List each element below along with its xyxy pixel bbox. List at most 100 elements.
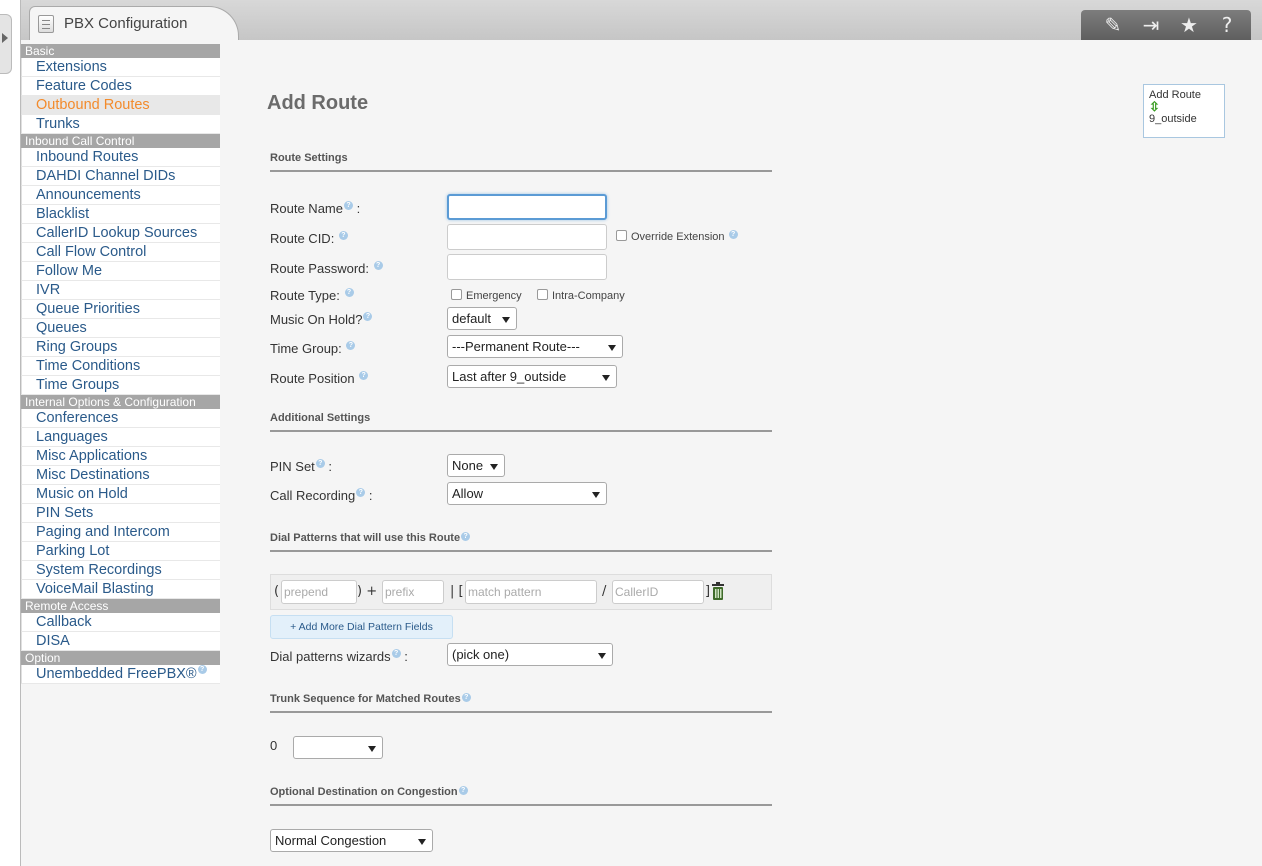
sidebar-item-blacklist[interactable]: Blacklist <box>21 205 220 224</box>
emergency-checkbox[interactable]: Emergency <box>451 289 522 302</box>
help-icon[interactable]: ? <box>1215 13 1239 37</box>
sidebar-item-feature-codes[interactable]: Feature Codes <box>21 77 220 96</box>
window-toolbar: ✎ ⇥ ★ ? <box>1081 10 1251 40</box>
sidebar-item-label: Misc Destinations <box>36 467 150 483</box>
sidebar-item-queue-priorities[interactable]: Queue Priorities <box>21 300 220 319</box>
checkbox[interactable] <box>451 289 462 300</box>
route-position-select[interactable]: Last after 9_outside <box>447 365 617 388</box>
help-icon[interactable]: ? <box>363 312 373 321</box>
route-password-label: Route Password: ? <box>270 261 383 276</box>
sidebar-item-label: Languages <box>36 429 108 445</box>
dial-wizards-label: Dial patterns wizards? : <box>270 649 408 664</box>
sidebar-item-misc-applications[interactable]: Misc Applications <box>21 447 220 466</box>
help-icon[interactable]: ? <box>373 261 383 270</box>
sidebar-item-time-groups[interactable]: Time Groups <box>21 376 220 395</box>
sidebar-item-extensions[interactable]: Extensions <box>21 58 220 77</box>
help-icon[interactable]: ? <box>728 230 738 239</box>
edit-icon[interactable]: ✎ <box>1101 13 1125 37</box>
checkbox[interactable] <box>537 289 548 300</box>
sidebar-item-paging-and-intercom[interactable]: Paging and Intercom <box>21 523 220 542</box>
sidebar-section-header: Basic <box>21 44 220 58</box>
trunk-select[interactable] <box>293 736 383 759</box>
prefix-input[interactable]: prefix <box>382 580 444 604</box>
route-item[interactable]: 9_outside <box>1149 113 1219 125</box>
checkbox[interactable] <box>616 230 627 241</box>
sidebar-item-follow-me[interactable]: Follow Me <box>21 262 220 281</box>
app-tab[interactable]: PBX Configuration <box>29 6 239 40</box>
trunk-index: 0 <box>270 738 278 753</box>
sidebar-item-voicemail-blasting[interactable]: VoiceMail Blasting <box>21 580 220 599</box>
sidebar-item-label: Queue Priorities <box>36 301 140 317</box>
sidebar-item-call-flow-control[interactable]: Call Flow Control <box>21 243 220 262</box>
section-dial-patterns: Dial Patterns that will use this Route? <box>270 532 772 552</box>
sidebar-item-conferences[interactable]: Conferences <box>21 409 220 428</box>
sidebar-item-queues[interactable]: Queues <box>21 319 220 338</box>
sidebar-item-pin-sets[interactable]: PIN Sets <box>21 504 220 523</box>
sidebar: Basic Extensions Feature Codes Outbound Rou… <box>21 44 220 684</box>
title-bar: PBX Configuration ✎ ⇥ ★ ? <box>21 0 1262 40</box>
time-group-select[interactable]: ---Permanent Route--- <box>447 335 623 358</box>
music-on-hold-select[interactable]: default <box>447 307 517 330</box>
sidebar-item-label: CallerID Lookup Sources <box>36 225 198 241</box>
sidebar-item-outbound-routes[interactable]: Outbound Routes <box>21 96 220 115</box>
sidebar-toggle[interactable] <box>0 14 12 74</box>
help-icon[interactable]: ? <box>391 649 401 658</box>
sidebar-item-callback[interactable]: Callback <box>21 613 220 632</box>
sidebar-item-ring-groups[interactable]: Ring Groups <box>21 338 220 357</box>
help-icon[interactable]: ? <box>197 665 207 674</box>
sidebar-item-label: Unembedded FreePBX® <box>36 666 197 682</box>
sidebar-item-languages[interactable]: Languages <box>21 428 220 447</box>
intra-company-checkbox[interactable]: Intra-Company <box>537 289 625 302</box>
override-extension-checkbox[interactable]: Override Extension ? <box>616 230 738 243</box>
trash-icon[interactable] <box>711 582 725 600</box>
sidebar-item-label: Time Groups <box>36 377 120 393</box>
help-icon[interactable]: ? <box>343 201 353 210</box>
help-icon[interactable]: ? <box>346 341 356 350</box>
call-recording-select[interactable]: Allow <box>447 482 607 505</box>
sidebar-item-disa[interactable]: DISA <box>21 632 220 651</box>
route-cid-input[interactable] <box>447 224 607 250</box>
sidebar-item-misc-destinations[interactable]: Misc Destinations <box>21 466 220 485</box>
sidebar-item-time-conditions[interactable]: Time Conditions <box>21 357 220 376</box>
sidebar-item-dahdi-channel-dids[interactable]: DAHDI Channel DIDs <box>21 167 220 186</box>
sidebar-item-announcements[interactable]: Announcements <box>21 186 220 205</box>
help-icon[interactable]: ? <box>356 488 366 497</box>
help-icon[interactable]: ? <box>315 459 325 468</box>
sidebar-item-unembedded-freepbx[interactable]: Unembedded FreePBX®? <box>21 665 220 684</box>
sidebar-item-system-recordings[interactable]: System Recordings <box>21 561 220 580</box>
help-icon[interactable]: ? <box>461 693 471 702</box>
sidebar-section-header: Internal Options & Configuration <box>21 395 220 409</box>
star-icon[interactable]: ★ <box>1177 13 1201 37</box>
pin-set-select[interactable]: None <box>447 454 505 477</box>
sidebar-item-label: Outbound Routes <box>36 97 150 113</box>
moh-label: Music On Hold?? <box>270 312 373 327</box>
sidebar-item-callerid-lookup-sources[interactable]: CallerID Lookup Sources <box>21 224 220 243</box>
callerid-input[interactable]: CallerID <box>612 580 704 604</box>
route-name-input[interactable] <box>447 194 607 220</box>
pipe-bracket: | [ <box>450 584 464 599</box>
sidebar-item-label: Music on Hold <box>36 486 128 502</box>
help-icon[interactable]: ? <box>359 371 369 380</box>
chevron-right-icon <box>2 33 8 43</box>
drag-arrows-icon[interactable]: ⇳ <box>1149 100 1219 113</box>
route-position-label: Route Position ? <box>270 371 369 386</box>
sidebar-item-music-on-hold[interactable]: Music on Hold <box>21 485 220 504</box>
help-icon[interactable]: ? <box>458 786 468 795</box>
match-pattern-input[interactable]: match pattern <box>465 580 597 604</box>
help-icon[interactable]: ? <box>461 532 471 541</box>
route-password-input[interactable] <box>447 254 607 280</box>
sidebar-item-inbound-routes[interactable]: Inbound Routes <box>21 148 220 167</box>
slash: / <box>602 584 607 599</box>
phone-list-icon <box>38 15 54 33</box>
dial-wizards-select[interactable]: (pick one) <box>447 643 613 666</box>
sidebar-item-trunks[interactable]: Trunks <box>21 115 220 134</box>
congestion-select[interactable]: Normal Congestion <box>270 829 433 852</box>
add-dial-pattern-button[interactable]: + Add More Dial Pattern Fields <box>270 615 453 639</box>
prepend-input[interactable]: prepend <box>281 580 357 604</box>
help-icon[interactable]: ? <box>344 288 354 297</box>
sidebar-item-ivr[interactable]: IVR <box>21 281 220 300</box>
sidebar-item-parking-lot[interactable]: Parking Lot <box>21 542 220 561</box>
help-icon[interactable]: ? <box>338 231 348 240</box>
call-recording-label: Call Recording? : <box>270 488 373 503</box>
exit-icon[interactable]: ⇥ <box>1139 13 1163 37</box>
